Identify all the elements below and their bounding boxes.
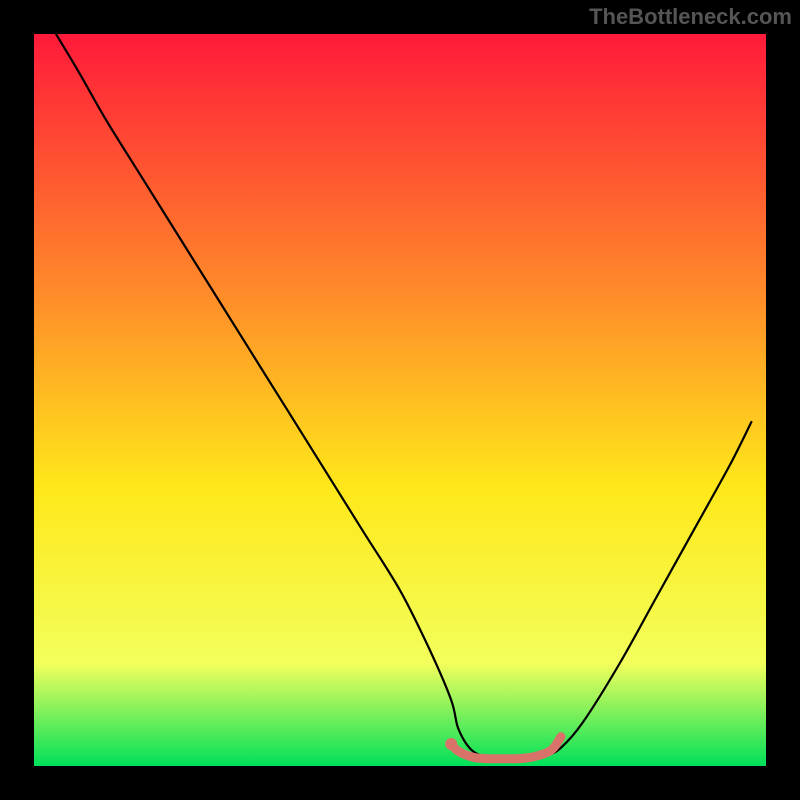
bottom-marker-dot [445,738,457,750]
bottleneck-chart: TheBottleneck.com [0,0,800,800]
chart-background [34,34,766,766]
chart-svg: TheBottleneck.com [0,0,800,800]
watermark-text: TheBottleneck.com [589,4,792,29]
